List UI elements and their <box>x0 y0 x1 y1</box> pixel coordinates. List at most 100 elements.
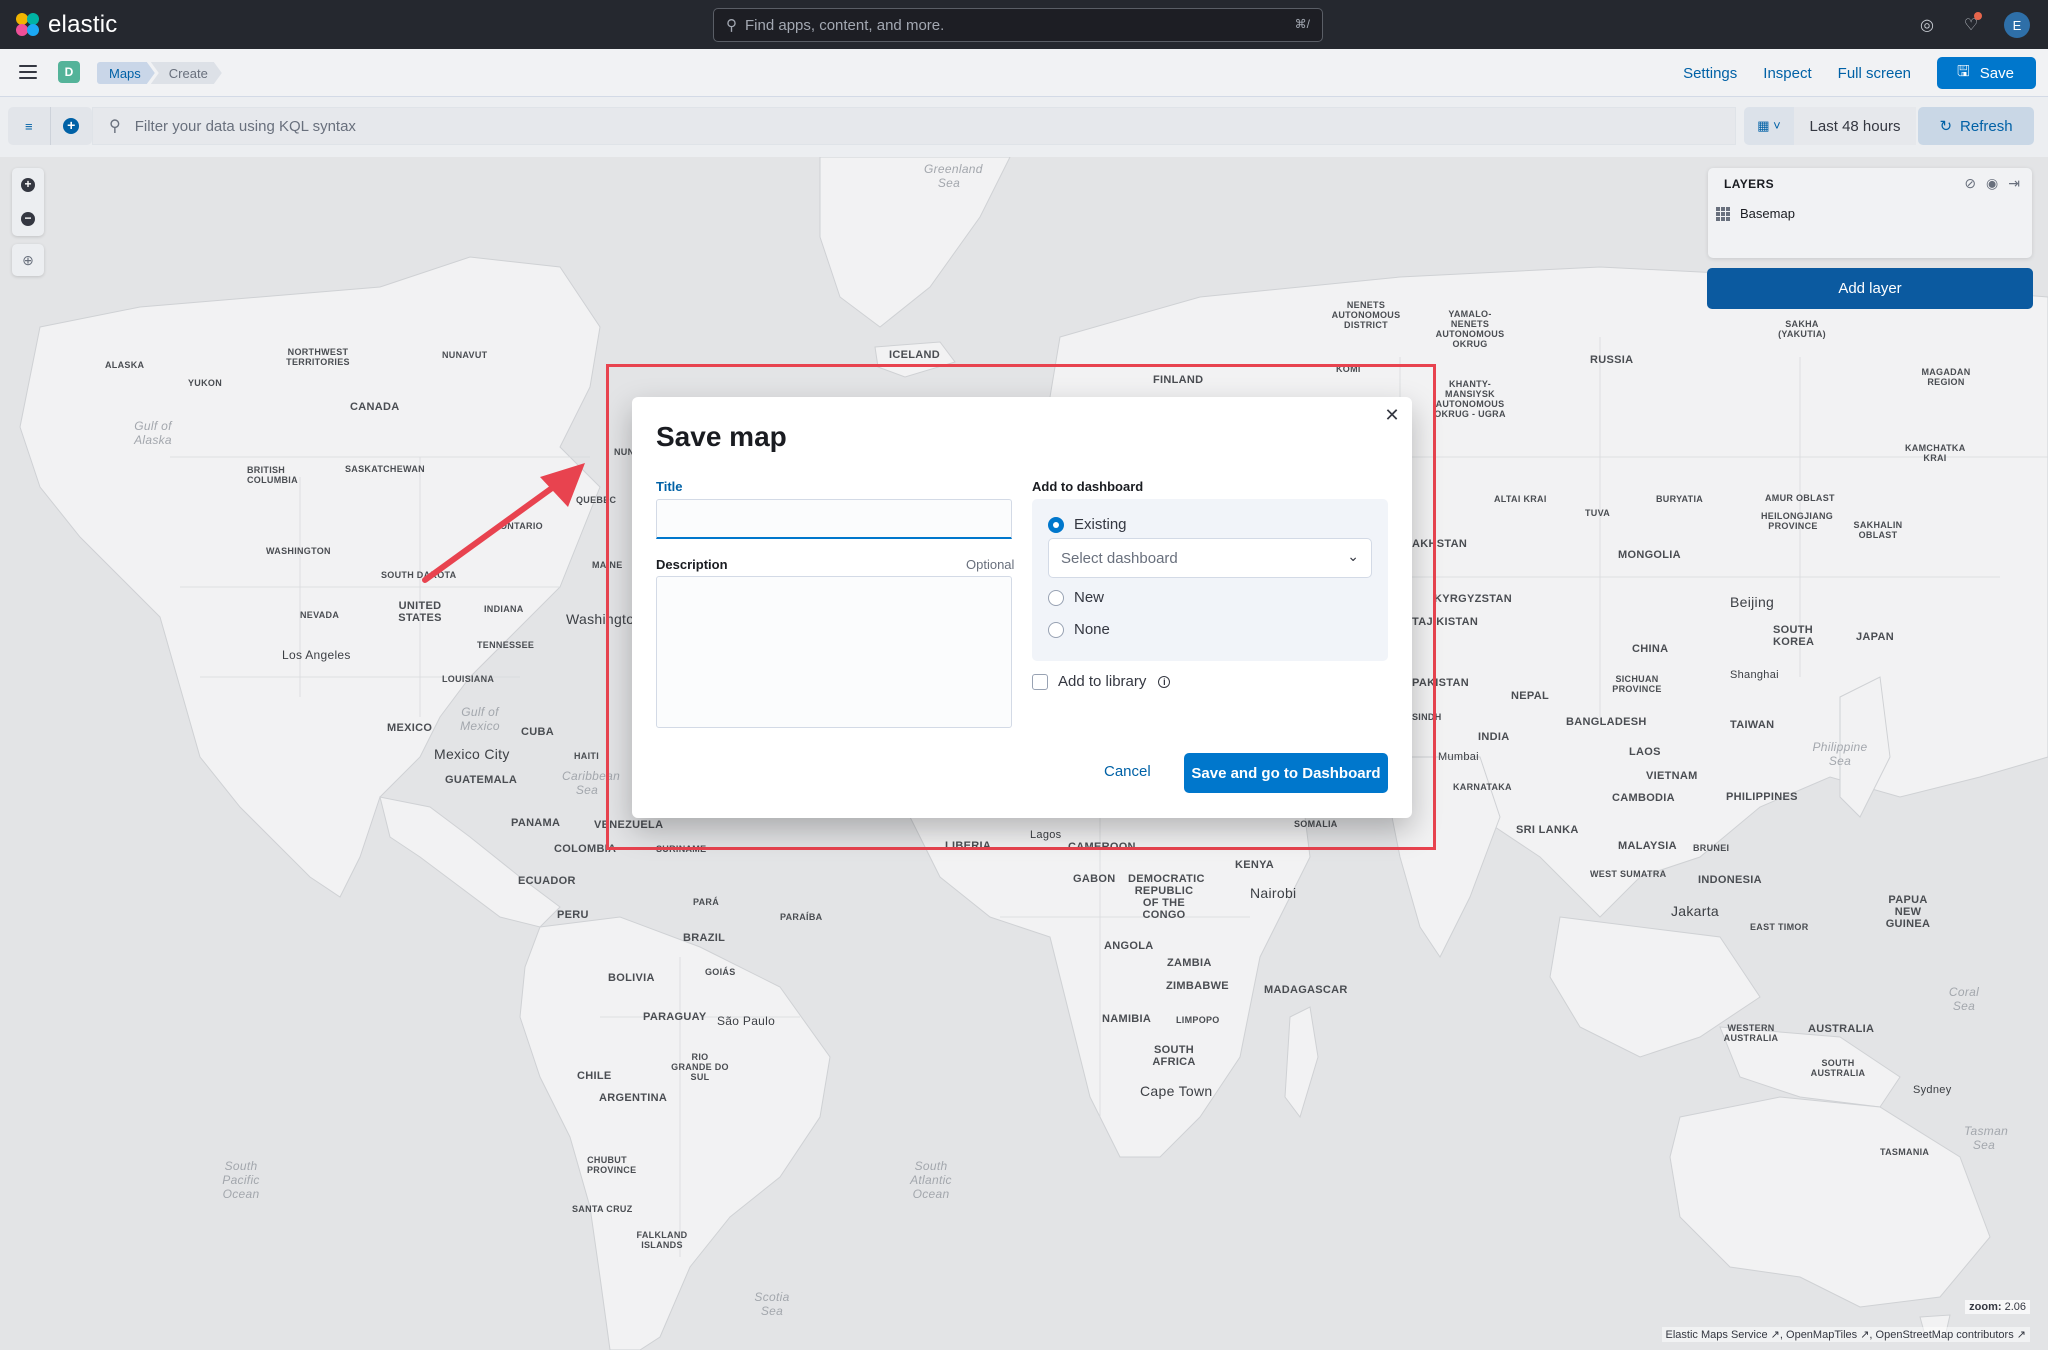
add-filter-button[interactable]: + <box>49 107 93 145</box>
map-label: MONGOLIA <box>1618 549 1681 561</box>
map-label: VENEZUELA <box>594 819 664 831</box>
radio-new-label: New <box>1074 589 1105 606</box>
radio-existing[interactable]: Existing <box>1048 516 1127 533</box>
avatar[interactable]: E <box>2004 12 2030 38</box>
annotation-arrow <box>422 463 585 583</box>
menu-icon[interactable] <box>19 65 37 79</box>
map-label: Coral Sea <box>1948 985 1980 1013</box>
fullscreen-link[interactable]: Full screen <box>1838 65 1911 82</box>
notifications-icon[interactable]: ♡ <box>1960 12 1982 36</box>
radio-new[interactable]: New <box>1048 589 1104 606</box>
add-to-library-option[interactable]: Add to library i <box>1032 673 1171 690</box>
map-label: CUBA <box>521 726 554 738</box>
map-label: TAJIKISTAN <box>1412 616 1479 628</box>
select-dashboard-placeholder: Select dashboard <box>1061 549 1178 567</box>
radio-none-control[interactable] <box>1048 621 1064 638</box>
map-label: Caribbean Sea <box>562 769 621 797</box>
description-input[interactable] <box>656 576 1012 728</box>
add-to-library-label: Add to library <box>1058 673 1147 690</box>
info-icon[interactable]: i <box>1158 675 1171 688</box>
map-label: Mexico City <box>434 746 510 762</box>
zoom-readout: zoom: 2.06 <box>1965 1300 2030 1314</box>
save-and-go-to-dashboard-button[interactable]: Save and go to Dashboard <box>1184 753 1388 793</box>
map-label: GUATEMALA <box>445 774 518 786</box>
map-label: NORTHWEST TERRITORIES <box>286 347 350 367</box>
map-label: Gulf of Alaska <box>134 419 172 447</box>
query-bar: ≡ + ⚲ Filter your data using KQL syntax … <box>0 97 2048 157</box>
map-label: ARGENTINA <box>599 1092 668 1104</box>
date-picker-button[interactable]: ▦ ˅ <box>1744 107 1794 145</box>
settings-link[interactable]: Settings <box>1683 65 1737 82</box>
add-to-library-checkbox[interactable] <box>1032 673 1048 690</box>
show-all-layers-icon[interactable]: ◉ <box>1986 175 1998 192</box>
calendar-icon: ▦ ˅ <box>1757 118 1781 133</box>
inspect-link[interactable]: Inspect <box>1763 65 1811 82</box>
map-label: ECUADOR <box>518 875 576 887</box>
set-view-button[interactable]: ⊕ <box>12 244 44 276</box>
space-avatar[interactable]: D <box>58 61 80 83</box>
global-search-input[interactable]: ⚲ Find apps, content, and more. ⌘/ <box>713 8 1323 42</box>
close-icon[interactable]: ✕ <box>1382 405 1402 425</box>
map-label: EAST TIMOR <box>1750 922 1809 932</box>
map-label: RIO GRANDE DO SUL <box>671 1052 729 1082</box>
map-label: BURYATIA <box>1656 494 1704 504</box>
map-label: Jakarta <box>1671 903 1720 919</box>
map-label: TAIWAN <box>1730 719 1775 731</box>
map-label: Tasman Sea <box>1964 1124 2009 1152</box>
map-label: Philippine Sea <box>1812 740 1868 768</box>
map-label: SOUTH KOREA <box>1773 624 1815 648</box>
elastic-logo-icon <box>16 13 40 37</box>
elastic-logo[interactable]: elastic <box>16 11 117 39</box>
grid-icon <box>1716 206 1730 221</box>
map-label: BOLIVIA <box>608 972 655 984</box>
hide-all-layers-icon[interactable]: ⊘ <box>1964 175 1976 192</box>
crosshair-icon: ⊕ <box>22 251 34 268</box>
radio-existing-control[interactable] <box>1048 516 1064 533</box>
zoom-in-icon[interactable]: + <box>21 178 35 192</box>
refresh-label: Refresh <box>1960 117 2013 135</box>
add-layer-button[interactable]: Add layer <box>1707 268 2033 309</box>
radio-none[interactable]: None <box>1048 621 1110 638</box>
zoom-out-icon[interactable]: − <box>21 212 35 226</box>
breadcrumb-maps[interactable]: Maps <box>97 62 155 84</box>
select-dashboard-dropdown[interactable]: Select dashboard ⌄ <box>1048 538 1372 578</box>
map-label: NAMIBIA <box>1102 1013 1152 1025</box>
help-icon[interactable]: ◎ <box>1916 14 1938 36</box>
save-button[interactable]: 🖫 Save <box>1937 57 2036 89</box>
radio-new-control[interactable] <box>1048 589 1064 606</box>
breadcrumb-create: Create <box>151 62 222 84</box>
map-label: Beijing <box>1730 594 1775 610</box>
attribution-osm[interactable]: OpenStreetMap contributors <box>1876 1329 2014 1341</box>
title-input[interactable] <box>656 499 1012 539</box>
map-label: PHILIPPINES <box>1726 791 1798 803</box>
attribution-openmaptiles[interactable]: OpenMapTiles <box>1786 1329 1857 1341</box>
attribution-ems[interactable]: Elastic Maps Service <box>1666 1329 1768 1341</box>
filter-menu-icon[interactable]: ≡ <box>8 107 50 145</box>
map-label: TASMANIA <box>1880 1147 1930 1157</box>
kql-search-input[interactable]: ⚲ Filter your data using KQL syntax <box>92 107 1736 145</box>
map-label: ZIMBABWE <box>1166 980 1229 992</box>
map-label: LOUISIANA <box>442 674 495 684</box>
filter-controls: ≡ + <box>8 107 92 145</box>
kql-placeholder: Filter your data using KQL syntax <box>134 117 356 135</box>
collapse-panel-icon[interactable]: ⇥ <box>2008 175 2020 192</box>
map-label: MALAYSIA <box>1618 840 1677 852</box>
cancel-button[interactable]: Cancel <box>1104 763 1151 780</box>
time-range-display[interactable]: Last 48 hours <box>1794 107 1916 145</box>
title-label: Title <box>656 479 683 494</box>
map-label: PARAGUAY <box>643 1011 707 1023</box>
global-header: elastic ⚲ Find apps, content, and more. … <box>0 0 2048 49</box>
zoom-value: 2.06 <box>2004 1301 2026 1313</box>
map-label: MADAGASCAR <box>1264 984 1348 996</box>
save-icon: 🖫 <box>1957 62 1970 80</box>
modal-title: Save map <box>656 421 787 452</box>
map-label: LIMPOPO <box>1176 1015 1220 1025</box>
app-toolbar: D Maps Create Settings Inspect Full scre… <box>0 49 2048 97</box>
notification-dot <box>1974 12 1982 20</box>
map-label: Greenland Sea <box>924 162 983 190</box>
layer-item-basemap[interactable]: Basemap <box>1716 206 1795 221</box>
map-label: NENETS AUTONOMOUS DISTRICT <box>1331 300 1401 330</box>
description-label: Description <box>656 557 728 572</box>
refresh-button[interactable]: ↻ Refresh <box>1918 107 2034 145</box>
layers-panel: LAYERS ⊘ ◉ ⇥ Basemap <box>1708 168 2032 258</box>
